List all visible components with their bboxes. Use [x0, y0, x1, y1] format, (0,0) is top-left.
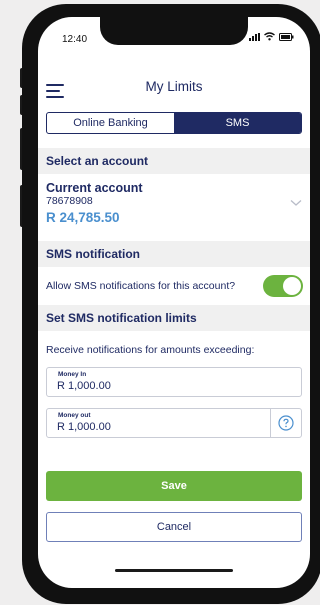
money-out-input[interactable] — [57, 421, 257, 433]
help-icon — [278, 415, 294, 431]
account-selector[interactable]: Current account 78678908 R 24,785.50 — [46, 181, 302, 233]
account-balance: R 24,785.50 — [46, 210, 120, 225]
toggle-knob — [283, 277, 301, 295]
home-indicator[interactable] — [115, 569, 233, 572]
page-title: My Limits — [145, 79, 203, 94]
channel-tabs: Online Banking SMS — [46, 112, 302, 134]
tab-online-banking[interactable]: Online Banking — [47, 113, 174, 133]
account-number: 78678908 — [46, 195, 93, 207]
account-name: Current account — [46, 181, 143, 195]
money-in-field: Money In — [46, 367, 302, 397]
allow-sms-label: Allow SMS notifications for this account… — [46, 280, 236, 292]
limits-heading: Set SMS notification limits — [38, 305, 310, 331]
select-account-heading: Select an account — [38, 148, 310, 174]
help-button[interactable] — [270, 409, 301, 437]
limits-description: Receive notifications for amounts exceed… — [46, 344, 255, 356]
wifi-icon — [264, 32, 275, 41]
status-icons — [249, 32, 294, 41]
money-in-label: Money In — [58, 371, 87, 378]
money-in-input[interactable] — [57, 380, 257, 392]
chevron-down-icon — [290, 200, 302, 206]
money-out-label: Money out — [58, 412, 91, 419]
phone-screen: 12:40 My Limits Online Banking SMS Selec… — [38, 17, 310, 588]
sms-notification-heading: SMS notification — [38, 241, 310, 267]
tab-sms[interactable]: SMS — [174, 113, 301, 133]
sms-notification-toggle[interactable] — [263, 275, 303, 297]
status-time: 12:40 — [62, 34, 88, 45]
money-out-field: Money out — [46, 408, 302, 438]
signal-icon — [249, 33, 260, 41]
battery-icon — [279, 33, 294, 41]
save-button[interactable]: Save — [46, 471, 302, 501]
cancel-button[interactable]: Cancel — [46, 512, 302, 542]
notch — [100, 17, 248, 45]
